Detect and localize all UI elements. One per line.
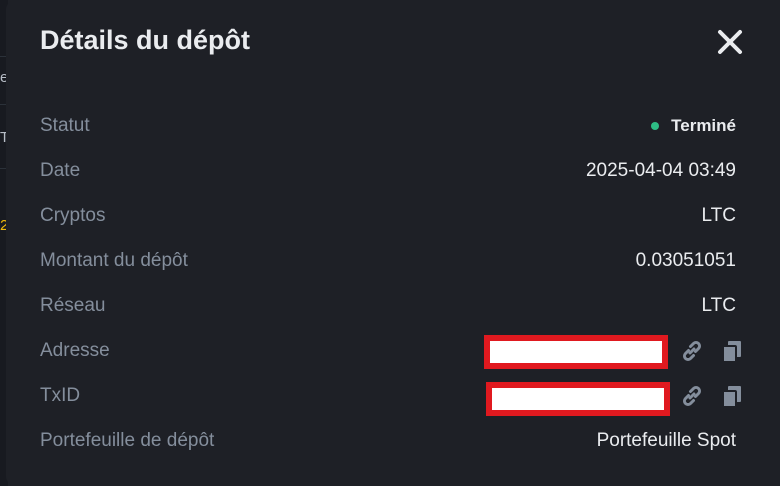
- link-icon: [682, 340, 702, 362]
- address-link-button[interactable]: [678, 337, 706, 365]
- status-label: Statut: [40, 115, 90, 136]
- status-row: Statut Terminé: [40, 110, 736, 140]
- address-copy-button[interactable]: [718, 337, 746, 365]
- wallet-value: Portefeuille Spot: [596, 430, 736, 451]
- deposit-details-modal: Détails du dépôt Statut Terminé Date 202…: [6, 0, 780, 486]
- copy-icon: [722, 386, 741, 408]
- close-icon: [718, 30, 742, 54]
- txid-value-redacted: [486, 382, 670, 416]
- status-badge: Terminé: [651, 114, 736, 138]
- txid-link-button[interactable]: [678, 382, 706, 410]
- wallet-label: Portefeuille de dépôt: [40, 430, 215, 451]
- close-button[interactable]: [712, 24, 748, 60]
- date-value: 2025-04-04 03:49: [585, 160, 736, 181]
- network-label: Réseau: [40, 295, 106, 316]
- amount-row: Montant du dépôt 0.03051051: [40, 245, 736, 275]
- status-value: Terminé: [671, 116, 736, 135]
- txid-label: TxID: [40, 385, 81, 406]
- modal-title: Détails du dépôt: [40, 25, 251, 55]
- address-value-redacted: [484, 335, 668, 369]
- copy-icon: [722, 341, 741, 363]
- address-label: Adresse: [40, 340, 110, 361]
- txid-copy-button[interactable]: [718, 382, 746, 410]
- wallet-row: Portefeuille de dépôt Portefeuille Spot: [40, 425, 736, 455]
- date-row: Date 2025-04-04 03:49: [40, 155, 736, 185]
- link-icon: [682, 385, 702, 407]
- crypto-value: LTC: [701, 205, 736, 226]
- network-value: LTC: [701, 295, 736, 316]
- date-label: Date: [40, 160, 81, 181]
- crypto-label: Cryptos: [40, 205, 106, 226]
- status-dot-icon: [651, 122, 660, 130]
- network-row: Réseau LTC: [40, 290, 736, 320]
- crypto-row: Cryptos LTC: [40, 200, 736, 230]
- amount-label: Montant du dépôt: [40, 250, 188, 271]
- amount-value: 0.03051051: [635, 250, 736, 271]
